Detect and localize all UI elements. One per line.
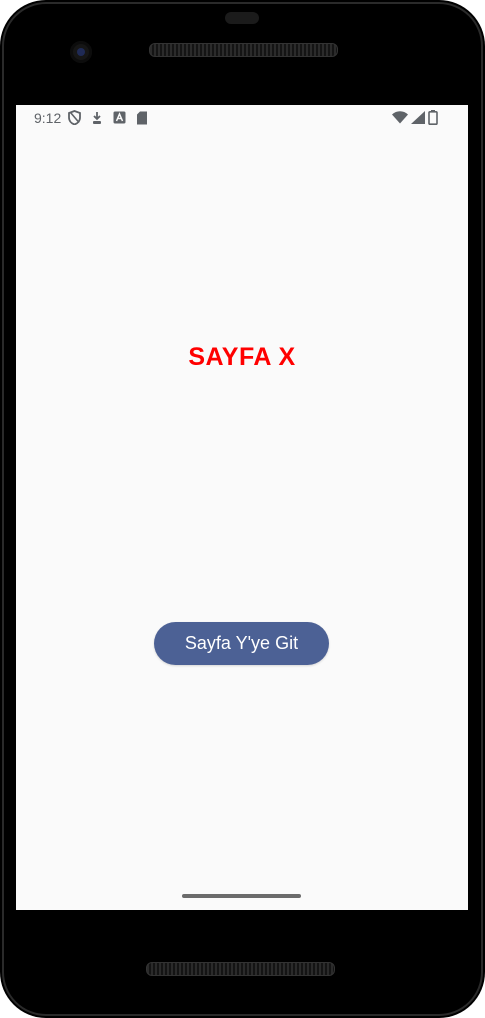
- page-title: SAYFA X: [188, 343, 296, 371]
- battery-icon: [428, 110, 438, 125]
- status-notification-icons: [68, 110, 148, 125]
- app-screen: 9:12 SAYFA X Sayfa Y'ye Git: [16, 105, 468, 910]
- font-a-icon: [113, 111, 126, 124]
- earpiece-slot: [225, 12, 259, 24]
- shield-icon: [68, 110, 81, 125]
- wifi-icon: [392, 111, 408, 124]
- top-speaker-grille: [149, 43, 338, 57]
- sd-card-icon: [136, 111, 148, 125]
- go-to-page-y-button[interactable]: Sayfa Y'ye Git: [154, 622, 329, 665]
- status-time: 9:12: [34, 110, 62, 126]
- download-icon: [91, 111, 103, 125]
- signal-icon: [411, 111, 425, 124]
- phone-frame: 9:12 SAYFA X Sayfa Y'ye Git: [0, 0, 485, 1018]
- status-bar: 9:12: [16, 105, 468, 131]
- bottom-speaker-grille: [146, 962, 335, 976]
- status-system-icons: [392, 110, 438, 125]
- gesture-nav-handle[interactable]: [182, 894, 301, 898]
- front-camera: [70, 41, 92, 63]
